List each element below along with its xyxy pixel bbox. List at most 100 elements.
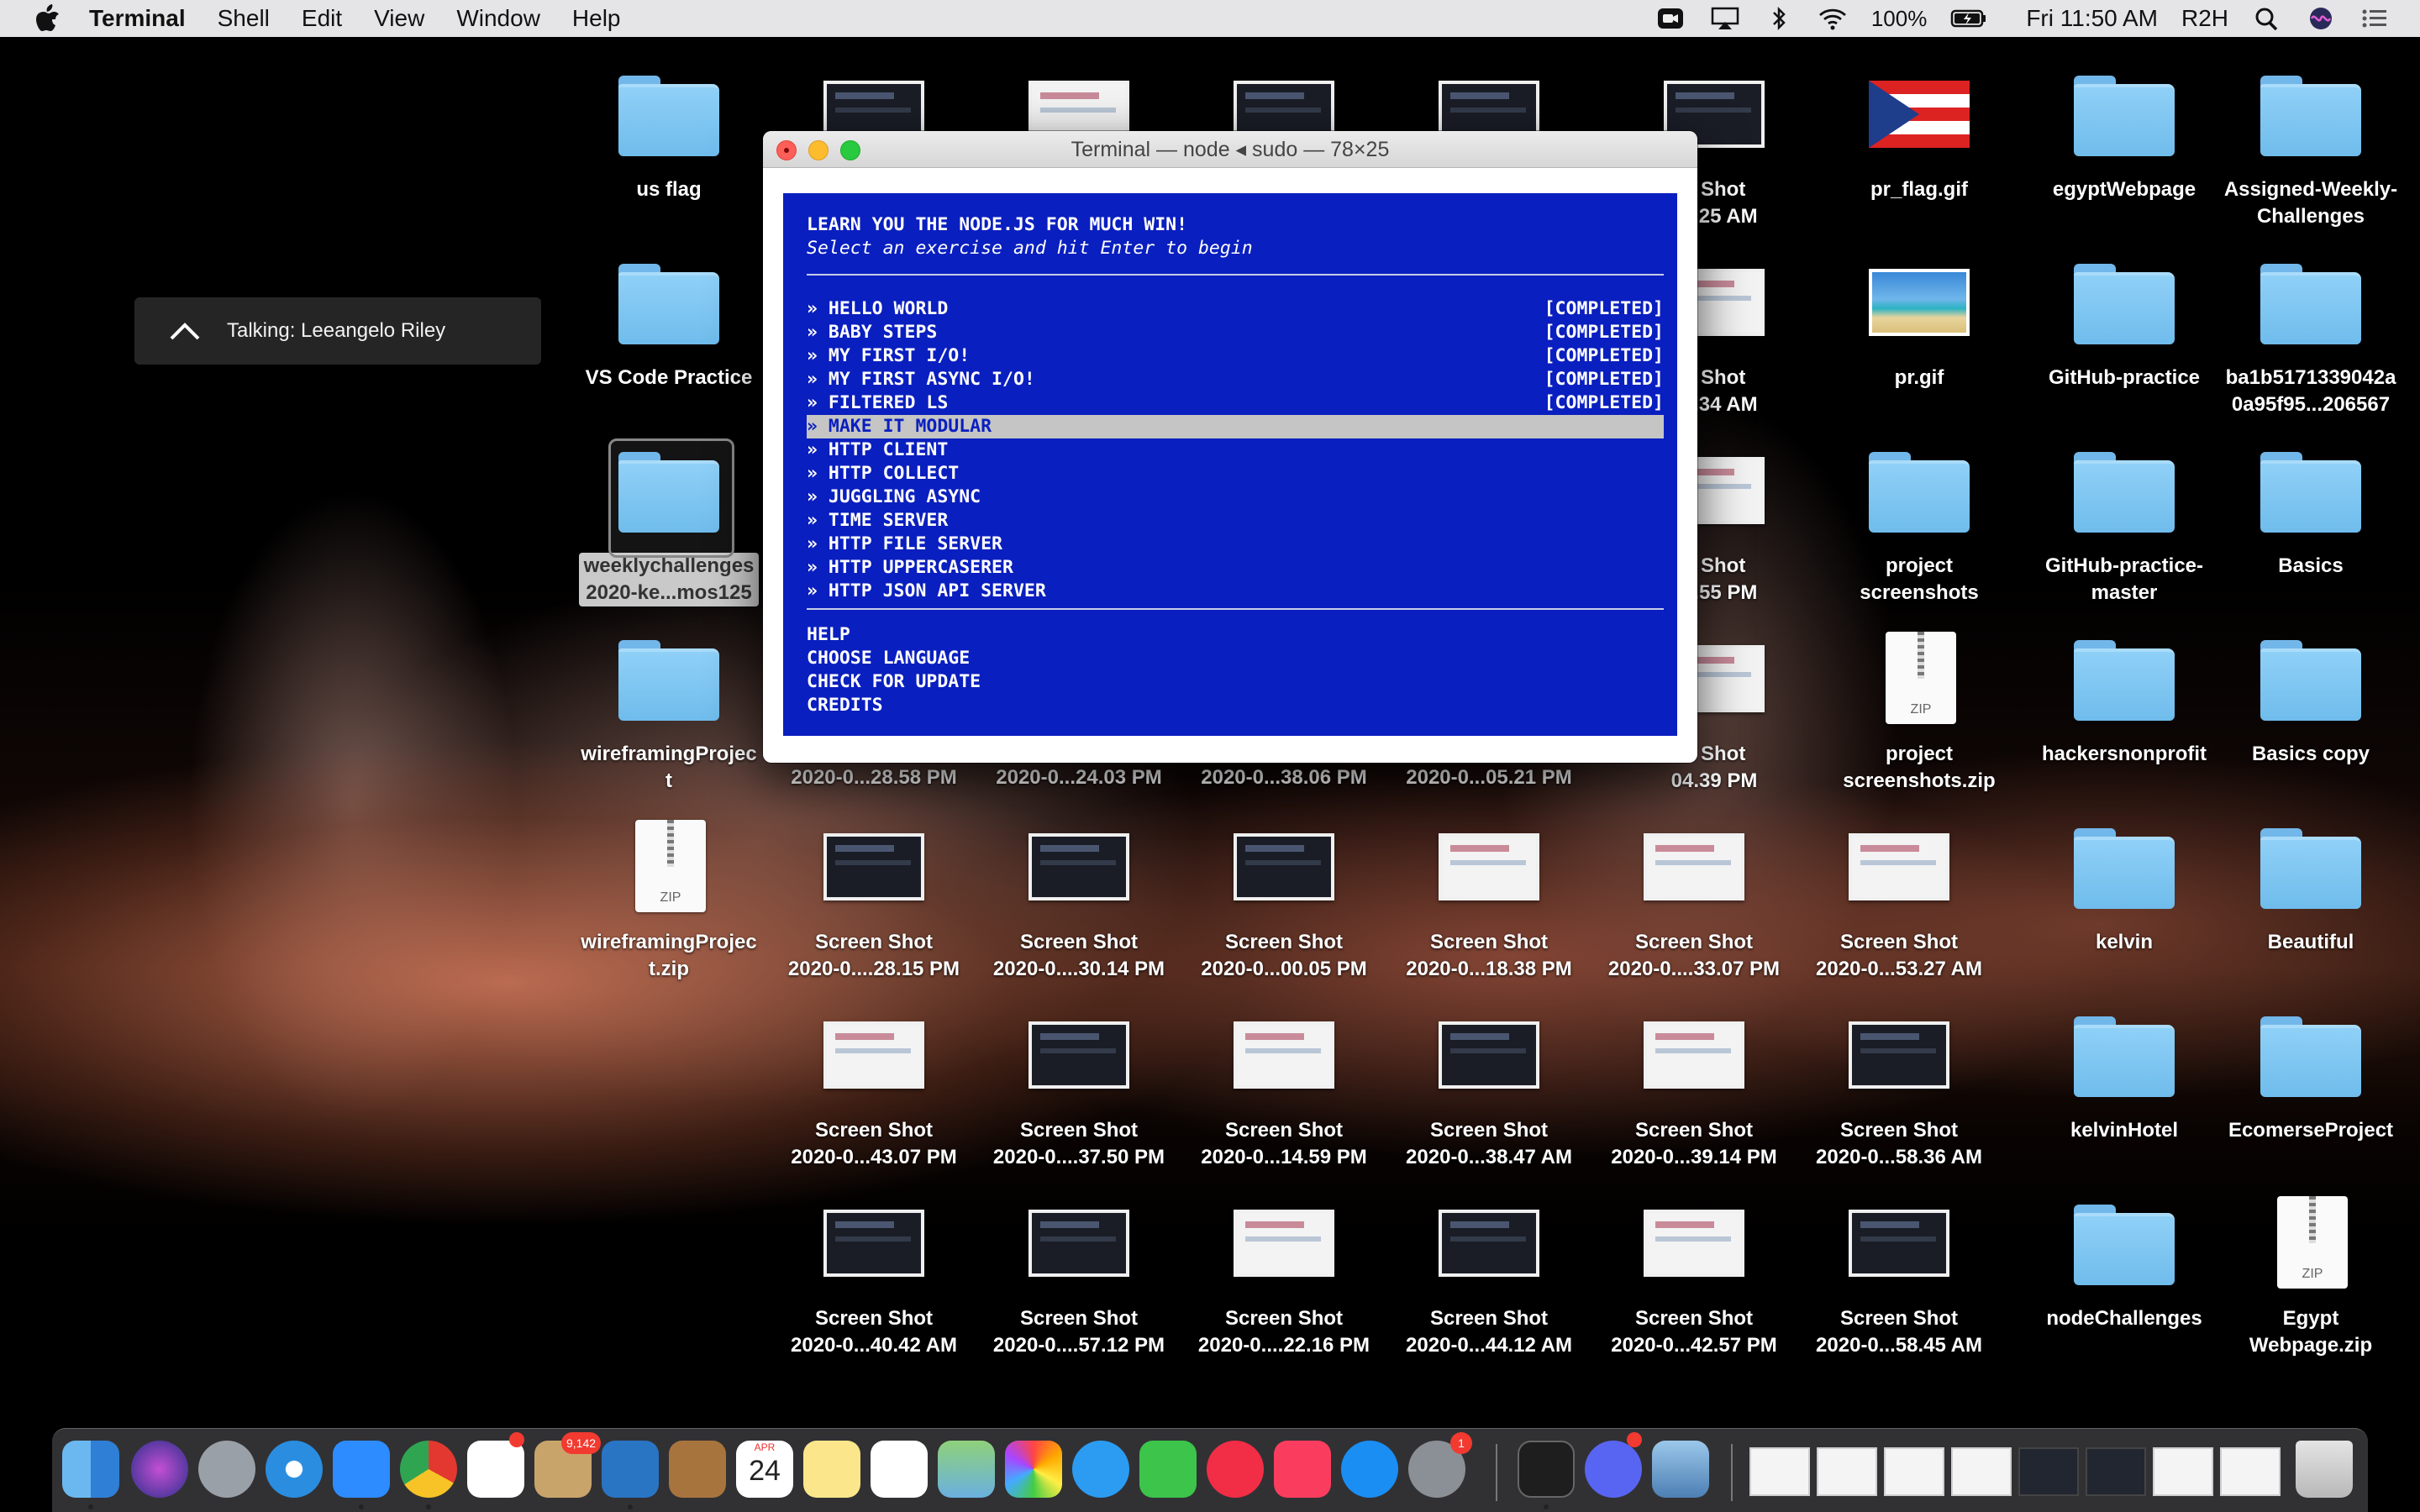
news-icon[interactable] xyxy=(1207,1441,1264,1498)
exercise-item[interactable]: » MY FIRST ASYNC I/O! [COMPLETED] xyxy=(807,368,1664,391)
minimized-window-thumbnail[interactable] xyxy=(2086,1447,2146,1496)
desktop-screenshot[interactable]: Screen Shot 2020-0....33.07 PM xyxy=(1591,803,1797,983)
launchpad-icon[interactable] xyxy=(198,1441,255,1498)
desktop-folder-assigned-weekly-challenges[interactable]: Assigned-Weekly- Challenges xyxy=(2208,50,2413,230)
desktop-folder-weeklychallenges[interactable]: weeklychallenges 2020-ke...mos125 xyxy=(566,427,771,606)
minimized-window-thumbnail[interactable] xyxy=(2018,1447,2079,1496)
desktop-folder-project-screenshots[interactable]: project screenshots xyxy=(1817,427,2022,606)
siri-icon[interactable] xyxy=(131,1441,188,1498)
desktop-screenshot[interactable]: Screen Shot 2020-0...42.57 PM xyxy=(1591,1179,1797,1359)
desktop-folder-basics[interactable]: Basics xyxy=(2208,427,2413,580)
desktop-screenshot[interactable]: Screen Shot 2020-0...40.42 AM xyxy=(771,1179,976,1359)
desktop-screenshot[interactable]: Screen Shot 2020-0....37.50 PM xyxy=(976,991,1181,1171)
minimized-window-thumbnail[interactable] xyxy=(2153,1447,2213,1496)
exercise-item[interactable]: » FILTERED LS [COMPLETED] xyxy=(807,391,1664,415)
zoom-camera-icon[interactable] xyxy=(1656,6,1686,31)
desktop-screenshot[interactable]: Screen Shot 2020-0....57.12 PM xyxy=(976,1179,1181,1359)
desktop-screenshot[interactable]: Screen Shot 2020-0....28.15 PM xyxy=(771,803,976,983)
app-store-icon[interactable] xyxy=(1341,1441,1398,1498)
desktop-folder-ecomerseproject[interactable]: EcomerseProject xyxy=(2208,991,2413,1144)
battery-icon[interactable] xyxy=(1950,6,1987,31)
menu-window[interactable]: Window xyxy=(456,5,540,32)
minimize-button[interactable] xyxy=(808,140,829,160)
menu-view[interactable]: View xyxy=(374,5,424,32)
siri-icon[interactable] xyxy=(2306,6,2336,31)
bluetooth-icon[interactable] xyxy=(1764,6,1794,31)
wifi-icon[interactable] xyxy=(1818,6,1848,31)
desktop-screenshot[interactable]: Screen Shot 2020-0....30.14 PM xyxy=(976,803,1181,983)
menu-help[interactable]: Help xyxy=(572,5,621,32)
desktop-zip-wireframingproject[interactable]: ZIP wireframingProjec t.zip xyxy=(566,803,771,983)
finder-icon[interactable] xyxy=(62,1441,119,1498)
chrome-icon[interactable] xyxy=(400,1441,457,1498)
desktop-screenshot[interactable]: Screen Shot 2020-0...53.27 AM xyxy=(1797,803,2002,983)
menu-check-for-update[interactable]: CHECK FOR UPDATE xyxy=(807,670,981,694)
trash-icon[interactable] xyxy=(2296,1441,2353,1498)
reminders-icon[interactable] xyxy=(871,1441,928,1498)
menu-edit[interactable]: Edit xyxy=(302,5,342,32)
exercise-item[interactable]: » HTTP UPPERCASERER xyxy=(807,556,1664,580)
exercise-item[interactable]: » TIME SERVER xyxy=(807,509,1664,533)
desktop-folder-vs-code-practice[interactable]: VS Code Practice xyxy=(566,239,771,391)
zoom-icon[interactable] xyxy=(333,1441,390,1498)
desktop-folder-egyptwebpage[interactable]: egyptWebpage xyxy=(2022,50,2227,203)
minimized-window-thumbnail[interactable] xyxy=(1749,1447,1810,1496)
desktop-folder-ba1b5171[interactable]: ba1b5171339042a 0a95f95...206567 xyxy=(2208,239,2413,418)
desktop-folder-hackersnonprofit[interactable]: hackersnonprofit xyxy=(2022,615,2227,768)
desktop-folder-wireframingproject[interactable]: wireframingProjec t xyxy=(566,615,771,795)
menu-help[interactable]: HELP xyxy=(807,623,850,647)
desktop-screenshot[interactable]: Screen Shot 2020-0...39.14 PM xyxy=(1591,991,1797,1171)
desktop-zip-project-screenshots[interactable]: ZIP project screenshots.zip xyxy=(1817,615,2022,795)
menu-credits[interactable]: CREDITS xyxy=(807,694,883,717)
apple-menu-icon[interactable] xyxy=(34,3,60,34)
exercise-item[interactable]: » HTTP COLLECT xyxy=(807,462,1664,486)
desktop-folder-us-flag[interactable]: us flag xyxy=(566,50,771,203)
menu-choose-language[interactable]: CHOOSE LANGUAGE xyxy=(807,647,970,670)
zoom-button[interactable] xyxy=(840,140,860,160)
airplay-icon[interactable] xyxy=(1710,6,1740,31)
zoom-talking-indicator[interactable]: Talking: Leeangelo Riley xyxy=(134,297,541,365)
exercise-item[interactable]: » BABY STEPS [COMPLETED] xyxy=(807,321,1664,344)
notes-icon[interactable] xyxy=(803,1441,860,1498)
spotlight-search-icon[interactable] xyxy=(2252,6,2282,31)
close-button[interactable] xyxy=(776,140,797,160)
exercise-item[interactable]: » HELLO WORLD [COMPLETED] xyxy=(807,297,1664,321)
desktop-screenshot[interactable]: Screen Shot 2020-0...58.45 AM xyxy=(1797,1179,2002,1359)
notification-center-icon[interactable] xyxy=(2360,6,2390,31)
menu-shell[interactable]: Shell xyxy=(218,5,270,32)
exercise-item[interactable]: » HTTP FILE SERVER xyxy=(807,533,1664,556)
calendar-icon[interactable]: APR 24 xyxy=(736,1441,793,1498)
exercise-item[interactable]: » HTTP JSON API SERVER xyxy=(807,580,1664,603)
desktop-screenshot[interactable]: Screen Shot 2020-0...58.36 AM xyxy=(1797,991,2002,1171)
desktop-file-pr-flag-gif[interactable]: pr_flag.gif xyxy=(1817,50,2022,203)
desktop-folder-kelvinhotel[interactable]: kelvinHotel xyxy=(2022,991,2227,1144)
maps-icon[interactable] xyxy=(938,1441,995,1498)
contacts-icon[interactable] xyxy=(669,1441,726,1498)
safari-icon[interactable] xyxy=(266,1441,323,1498)
desktop-screenshot[interactable]: Screen Shot 2020-0...44.12 AM xyxy=(1386,1179,1591,1359)
discord-icon[interactable] xyxy=(1585,1441,1642,1498)
minimized-window-thumbnail[interactable] xyxy=(1884,1447,1944,1496)
chevron-up-icon[interactable] xyxy=(168,320,202,342)
minimized-window-thumbnail[interactable] xyxy=(2220,1447,2281,1496)
exercise-item[interactable]: » HTTP CLIENT xyxy=(807,438,1664,462)
facetime-icon[interactable] xyxy=(1139,1441,1197,1498)
desktop-screenshot[interactable]: Screen Shot 2020-0...14.59 PM xyxy=(1181,991,1386,1171)
photos-icon[interactable] xyxy=(1005,1441,1062,1498)
desktop-screenshot[interactable]: Screen Shot 2020-0...38.47 AM xyxy=(1386,991,1591,1171)
desktop-folder-github-practice-master[interactable]: GitHub-practice- master xyxy=(2022,427,2227,606)
slack-icon[interactable] xyxy=(467,1441,524,1498)
desktop-folder-github-practice[interactable]: GitHub-practice xyxy=(2022,239,2227,391)
messages-icon[interactable] xyxy=(1072,1441,1129,1498)
desktop-screenshot[interactable]: Screen Shot 2020-0...43.07 PM xyxy=(771,991,976,1171)
desktop-screenshot[interactable]: Screen Shot 2020-0...00.05 PM xyxy=(1181,803,1386,983)
menubar-clock[interactable]: Fri 11:50 AM xyxy=(2026,5,2158,32)
vscode-icon[interactable] xyxy=(602,1441,659,1498)
desktop-screenshot[interactable]: Screen Shot 2020-0....22.16 PM xyxy=(1181,1179,1386,1359)
desktop-file-pr-gif[interactable]: pr.gif xyxy=(1817,239,2022,391)
music-icon[interactable] xyxy=(1274,1441,1331,1498)
desktop-screenshot[interactable]: Screen Shot 2020-0...18.38 PM xyxy=(1386,803,1591,983)
desktop-zip-egypt-webpage[interactable]: ZIP Egypt Webpage.zip xyxy=(2208,1179,2413,1359)
desktop-folder-nodechallenges[interactable]: nodeChallenges xyxy=(2022,1179,2227,1332)
desktop-folder-basics-copy[interactable]: Basics copy xyxy=(2208,615,2413,768)
